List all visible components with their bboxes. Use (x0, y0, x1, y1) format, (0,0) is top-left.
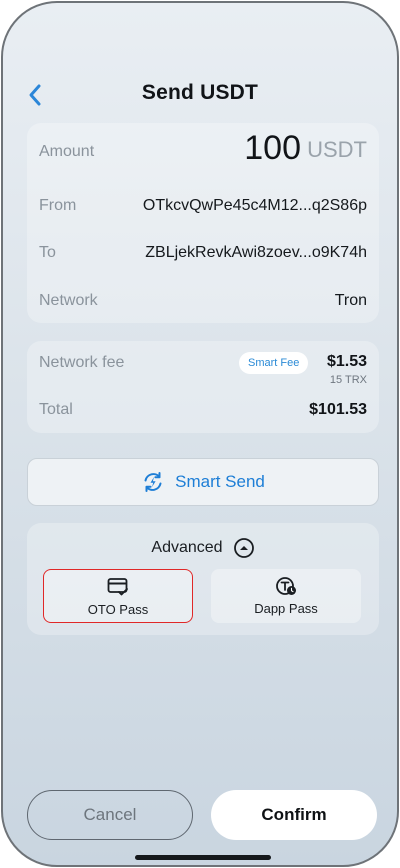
advanced-section: Advanced OTO Pass Dapp Pass (27, 523, 379, 635)
total-label: Total (39, 401, 73, 418)
card-check-icon (107, 578, 128, 596)
amount-label: Amount (39, 143, 95, 160)
network-fee-usd: $1.53 (326, 353, 367, 370)
smart-send-label: Smart Send (175, 472, 265, 491)
refresh-lightning-icon (144, 472, 162, 492)
page-title: Send USDT (141, 81, 259, 104)
chevron-up-circle-icon[interactable] (233, 537, 255, 559)
fee-card: Network fee Smart Fee $1.53 15 TRX Total… (27, 341, 379, 433)
smart-send-button[interactable]: Smart Send (27, 458, 379, 506)
oto-pass-option[interactable]: OTO Pass (43, 569, 193, 623)
advanced-header[interactable]: Advanced (27, 537, 379, 559)
network-fee-trx: 15 TRX (329, 374, 367, 386)
home-indicator[interactable] (135, 855, 271, 860)
transaction-details-card: Amount 100 USDT From OTkcvQwPe45c4M12...… (27, 123, 379, 323)
network-fee-label: Network fee (39, 354, 125, 371)
total-value: $101.53 (309, 401, 367, 418)
network-label: Network (39, 292, 98, 309)
phone-frame: Send USDT Amount 100 USDT From OTkcvQwPe… (1, 1, 399, 867)
from-address: OTkcvQwPe45c4M12...q2S86p (142, 197, 367, 214)
cancel-button[interactable]: Cancel (27, 790, 193, 840)
dapp-pass-label: Dapp Pass (254, 601, 318, 616)
amount-unit: USDT (307, 137, 367, 162)
smart-fee-badge[interactable]: Smart Fee (239, 352, 309, 374)
token-clock-icon (276, 577, 296, 595)
to-label: To (39, 244, 56, 261)
confirm-button[interactable]: Confirm (211, 790, 377, 840)
header: Send USDT (3, 75, 397, 115)
oto-pass-label: OTO Pass (87, 602, 149, 617)
amount-value: 100 (244, 129, 301, 167)
to-address: ZBLjekRevkAwi8zoev...o9K74h (145, 244, 367, 261)
from-label: From (39, 197, 77, 214)
advanced-title: Advanced (151, 539, 223, 556)
network-value: Tron (334, 292, 367, 309)
dapp-pass-option[interactable]: Dapp Pass (211, 569, 361, 623)
